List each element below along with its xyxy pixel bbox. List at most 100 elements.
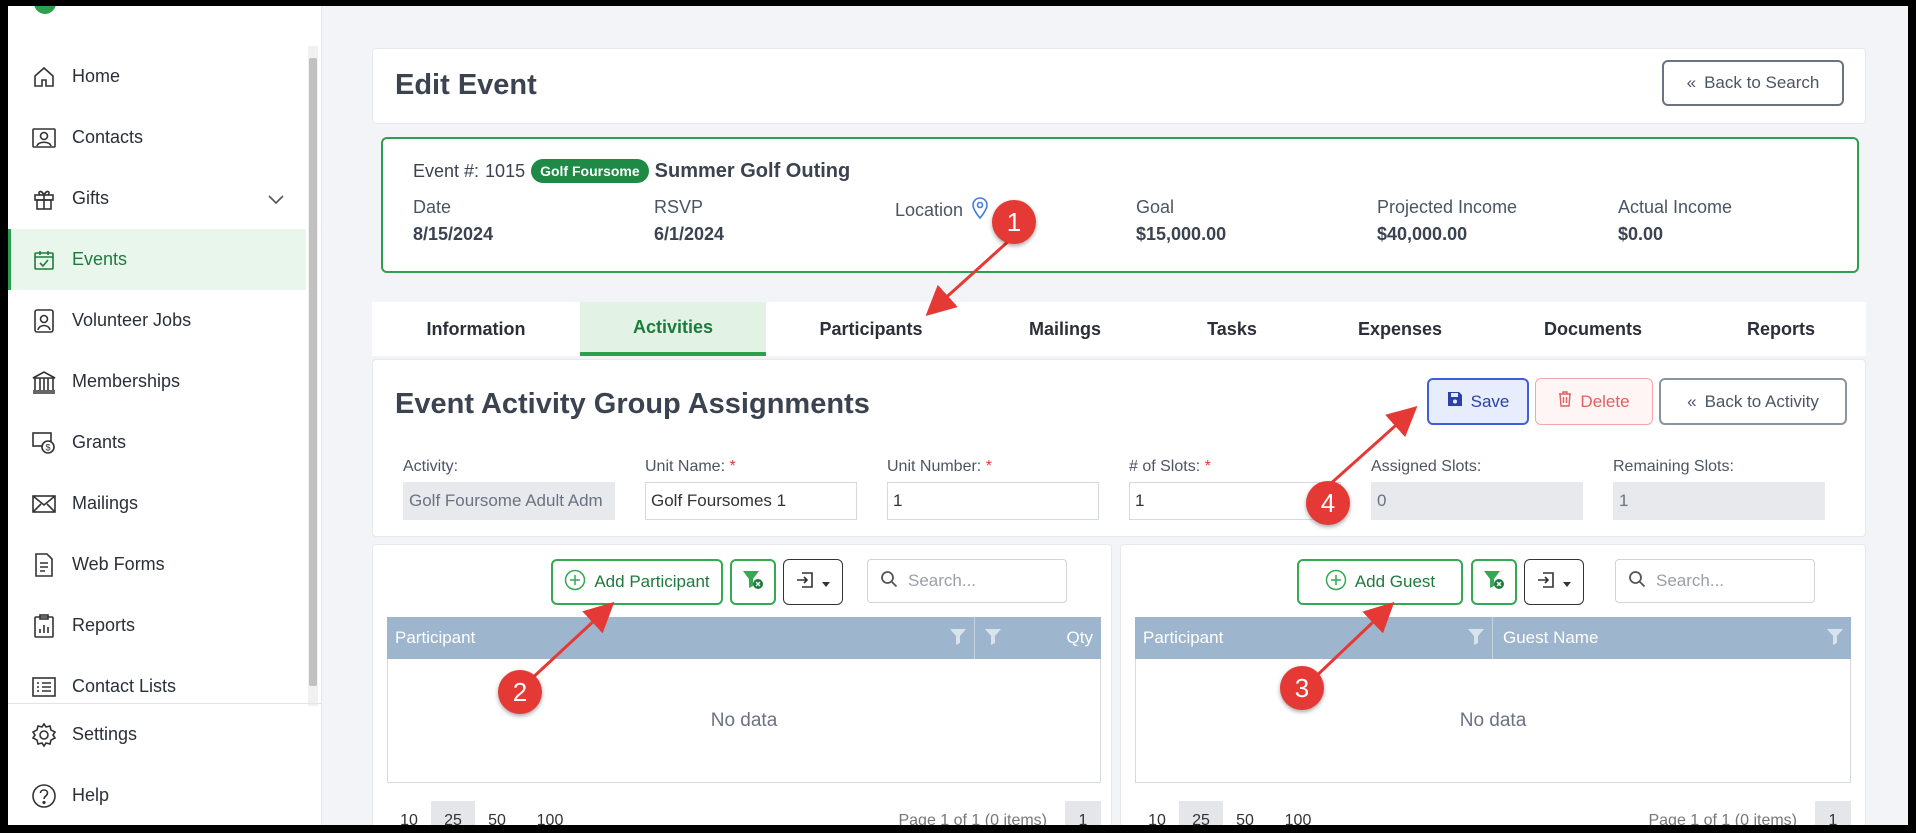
map-pin-icon[interactable]: [971, 197, 989, 224]
sidebar-item-web-forms[interactable]: Web Forms: [8, 534, 306, 595]
sidebar-item-label: Grants: [72, 432, 127, 452]
assigned-slots-field: 0: [1371, 482, 1583, 520]
add-participant-label: Add Participant: [594, 572, 710, 591]
sidebar-item-events[interactable]: Events: [8, 229, 306, 290]
stat-actual-income: Actual Income $0.00: [1618, 197, 1732, 245]
column-participant[interactable]: Participant: [1135, 617, 1493, 659]
sidebar-item-grants[interactable]: $ Grants: [8, 412, 306, 473]
unit-number-label-text: Unit Number:: [887, 458, 982, 475]
column-header-label: Qty: [1066, 628, 1093, 647]
double-chevron-left-icon: «: [1687, 391, 1697, 411]
page-size-10[interactable]: 10: [387, 801, 431, 825]
unit-name-input[interactable]: Golf Foursomes 1: [645, 482, 857, 520]
event-summary: Event #: 1015 Golf Foursome Summer Golf …: [381, 137, 1859, 273]
sidebar-item-help[interactable]: Help: [8, 765, 322, 825]
sidebar-item-reports[interactable]: Reports: [8, 595, 306, 656]
event-number-label: Event #:: [413, 160, 480, 181]
sidebar-item-volunteer-jobs[interactable]: Volunteer Jobs: [8, 290, 306, 351]
sidebar-item-label: Contacts: [72, 127, 144, 147]
participants-pager: 10 25 50 100 Page 1 of 1 (0 items) 1: [387, 801, 1101, 829]
activity-label: Activity:: [403, 458, 459, 475]
remaining-slots-label: Remaining Slots:: [1613, 458, 1734, 475]
sidebar-item-mailings[interactable]: Mailings: [8, 473, 306, 534]
trash-icon: [1558, 391, 1572, 412]
page-size-25[interactable]: 25: [431, 801, 475, 825]
stat-goal: Goal $15,000.00: [1136, 197, 1226, 245]
sidebar-item-home[interactable]: Home: [8, 46, 306, 107]
delete-label: Delete: [1580, 391, 1630, 411]
page-title: Edit Event: [395, 69, 537, 101]
scrollbar-thumb[interactable]: [309, 58, 317, 686]
sidebar-item-gifts[interactable]: Gifts: [8, 168, 306, 229]
stat-date: Date 8/15/2024: [413, 197, 493, 245]
guests-pager: 10 25 50 100 Page 1 of 1 (0 items) 1: [1135, 801, 1851, 829]
tab-tasks[interactable]: Tasks: [1154, 302, 1310, 356]
page-size-100[interactable]: 100: [1267, 801, 1329, 825]
unit-number-input[interactable]: 1: [887, 482, 1099, 520]
sidebar: Home Contacts Gifts Events Volunteer Job…: [8, 6, 322, 825]
add-guest-button[interactable]: Add Guest: [1297, 559, 1463, 605]
sidebar-bottom: Settings Help: [8, 703, 322, 825]
sidebar-item-contacts[interactable]: Contacts: [8, 107, 306, 168]
column-qty[interactable]: Qty: [975, 617, 1101, 659]
page-size-50[interactable]: 50: [475, 801, 519, 825]
app-window: Home Contacts Gifts Events Volunteer Job…: [0, 0, 1916, 833]
tab-participants[interactable]: Participants: [766, 302, 976, 356]
sidebar-item-memberships[interactable]: Memberships: [8, 351, 306, 412]
remaining-slots-field: 1: [1613, 482, 1825, 520]
event-heading: Event #: 1015 Golf Foursome Summer Golf …: [413, 159, 850, 183]
envelope-icon: [30, 490, 58, 518]
column-participant[interactable]: Participant: [387, 617, 975, 659]
page-info: Page 1 of 1 (0 items): [1648, 812, 1797, 829]
tab-documents[interactable]: Documents: [1490, 302, 1696, 356]
add-participant-button[interactable]: Add Participant: [551, 559, 723, 605]
page-size-25[interactable]: 25: [1179, 801, 1223, 825]
stat-value: $0.00: [1618, 224, 1664, 244]
export-icon: [796, 571, 814, 594]
participant-search-input[interactable]: Search...: [867, 559, 1067, 603]
unit-name-label-text: Unit Name:: [645, 458, 726, 475]
guests-grid-body: No data: [1135, 659, 1851, 783]
export-dropdown-button[interactable]: [783, 559, 843, 605]
empty-state-text: No data: [1459, 709, 1527, 731]
assigned-slots-label: Assigned Slots:: [1371, 458, 1482, 475]
back-to-search-button[interactable]: « Back to Search: [1662, 60, 1844, 106]
delete-button[interactable]: Delete: [1535, 378, 1653, 425]
page-info: Page 1 of 1 (0 items): [898, 812, 1047, 829]
save-button[interactable]: Save: [1427, 378, 1529, 425]
page-number-button[interactable]: 1: [1065, 801, 1101, 825]
filter-toggle-button[interactable]: [730, 559, 776, 605]
sidebar-item-label: Memberships: [72, 371, 181, 391]
annotation-marker-3: 3: [1280, 666, 1324, 710]
guest-search-input[interactable]: Search...: [1615, 559, 1815, 603]
sidebar-item-settings[interactable]: Settings: [8, 704, 322, 765]
unit-name-label: Unit Name: *: [645, 458, 736, 476]
filter-icon[interactable]: [985, 629, 1001, 650]
tab-mailings[interactable]: Mailings: [976, 302, 1154, 356]
sidebar-item-label: Help: [72, 785, 110, 805]
page-size-50[interactable]: 50: [1223, 801, 1267, 825]
export-dropdown-button[interactable]: [1524, 559, 1584, 605]
tab-information[interactable]: Information: [372, 302, 580, 356]
chevron-down-icon[interactable]: [268, 189, 284, 210]
main-content: Edit Event « Back to Search Event #: 101…: [322, 6, 1908, 825]
save-label: Save: [1470, 391, 1510, 411]
filter-icon[interactable]: [950, 629, 966, 650]
participants-grid-body: No data: [387, 659, 1101, 783]
column-guest-name[interactable]: Guest Name: [1493, 617, 1851, 659]
back-to-activity-button[interactable]: « Back to Activity: [1659, 378, 1847, 425]
page-number-button[interactable]: 1: [1815, 801, 1851, 825]
tab-expenses[interactable]: Expenses: [1310, 302, 1490, 356]
filter-toggle-button[interactable]: [1471, 559, 1517, 605]
participants-grid-header: Participant Qty: [387, 617, 1101, 659]
page-size-100[interactable]: 100: [519, 801, 581, 825]
tab-reports[interactable]: Reports: [1696, 302, 1866, 356]
filter-icon[interactable]: [1468, 629, 1484, 650]
participants-grid-panel: Add Participant Search... Participant Qt…: [372, 544, 1112, 829]
tab-activities[interactable]: Activities: [580, 302, 766, 356]
sidebar-item-label: Reports: [72, 615, 136, 635]
filter-icon[interactable]: [1827, 629, 1843, 650]
page-size-10[interactable]: 10: [1135, 801, 1179, 825]
sidebar-scrollbar[interactable]: [308, 46, 318, 706]
stat-label: RSVP: [654, 197, 704, 217]
